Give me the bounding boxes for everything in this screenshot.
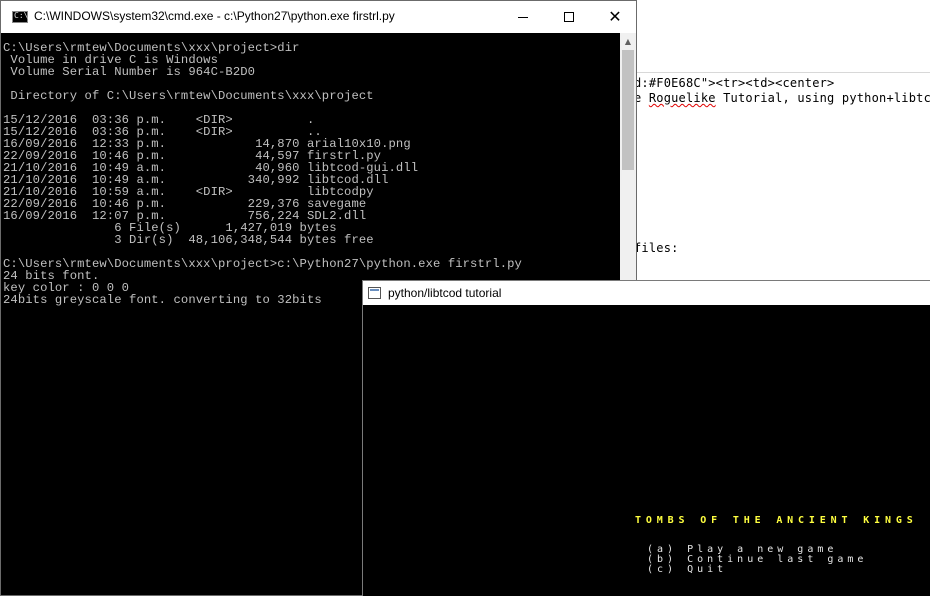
game-title: TOMBS OF THE ANCIENT KINGS [635,515,918,526]
minimize-icon [518,16,528,18]
editor-line-2-rest: Tutorial, using python+libtco [715,91,930,105]
console-line: Volume Serial Number is 964C-B2D0 [3,65,256,79]
background-editor-window: d:#F0E68C"><tr><td><center> e Roguelike … [620,0,930,280]
cmd-title-bar[interactable]: C:\WINDOWS\system32\cmd.exe - c:\Python2… [1,1,636,33]
editor-misspelled-word: Roguelike [648,91,716,105]
tcod-window[interactable]: python/libtcod tutorial TOMBS OF THE ANC… [362,280,930,596]
cmd-app-icon[interactable] [12,11,28,23]
editor-line-1: d:#F0E68C"><tr><td><center> [634,76,835,90]
scroll-thumb[interactable] [622,50,634,170]
tcod-title-bar[interactable]: python/libtcod tutorial [363,281,930,305]
editor-line-2: e Roguelike Tutorial, using python+libtc… [634,91,930,105]
console-line: 3 Dir(s) 48,106,348,544 bytes free [3,233,374,247]
cmd-close-button[interactable]: ✕ [592,1,638,33]
editor-line-3: files: [634,241,679,255]
cmd-window-title: C:\WINDOWS\system32\cmd.exe - c:\Python2… [34,9,395,23]
console-line: Directory of C:\Users\rmtew\Documents\xx… [3,89,374,103]
menu-option[interactable]: (c) Quit [647,565,867,575]
close-icon: ✕ [608,7,622,26]
cmd-maximize-button[interactable] [546,1,592,33]
editor-separator [620,72,930,73]
tcod-window-title: python/libtcod tutorial [388,286,502,300]
window-app-icon[interactable] [368,287,381,299]
cmd-minimize-button[interactable] [500,1,546,33]
maximize-icon [564,12,574,22]
main-menu: (a) Play a new game (b) Continue last gam… [647,545,867,575]
scroll-up-arrow-icon[interactable]: ▲ [620,33,636,50]
